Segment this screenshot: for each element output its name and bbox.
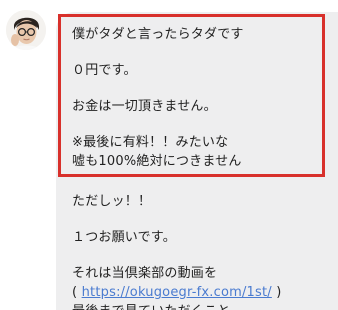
- person-with-glasses-icon: [6, 10, 46, 50]
- message-text: 僕がタダと言ったらタダです ０円です。 お金は一切頂きません。 ※最後に有料！！…: [72, 25, 327, 310]
- message-line: ０円です。: [72, 63, 137, 78]
- paren-close: ): [271, 285, 282, 300]
- paren-open: (: [72, 285, 82, 300]
- message-line: １つお願いです。: [72, 230, 176, 245]
- message-line: 嘘も100%絶対につきません: [72, 154, 242, 169]
- message-line: ただしッ！！: [72, 194, 152, 209]
- message-line: ※最後に有料！！みたいな: [72, 135, 229, 150]
- sender-avatar[interactable]: [6, 10, 46, 50]
- message-line: 最後まで見ていただくこと。: [72, 302, 327, 310]
- message-link-line: ( https://okugoegr-fx.com/1st/ ): [72, 283, 327, 302]
- message-line: それは当倶楽部の動画を: [72, 266, 218, 281]
- message-line: 僕がタダと言ったらタダです: [72, 27, 244, 42]
- message-line: お金は一切頂きません。: [72, 99, 217, 114]
- video-link[interactable]: https://okugoegr-fx.com/1st/: [82, 285, 272, 300]
- chat-view: 僕がタダと言ったらタダです ０円です。 お金は一切頂きません。 ※最後に有料！！…: [0, 0, 338, 310]
